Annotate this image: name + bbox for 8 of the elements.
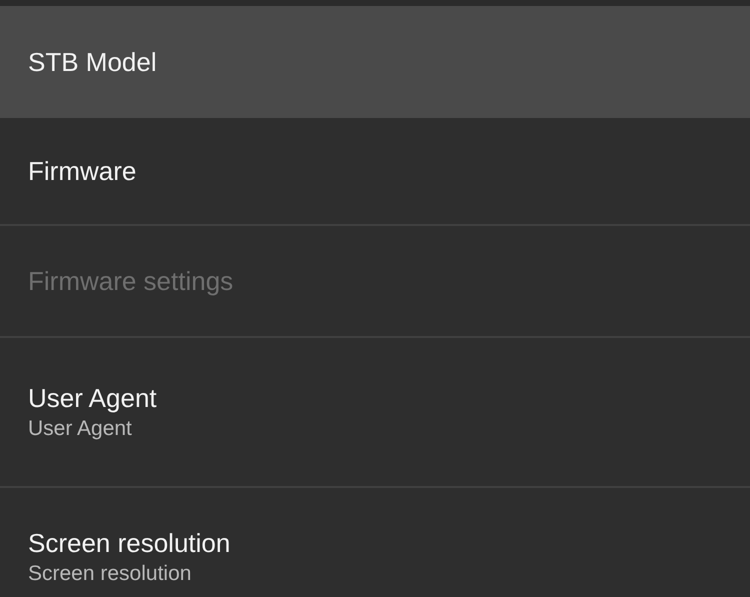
item-title: Firmware settings (28, 265, 234, 298)
settings-item[interactable]: STB Model (0, 6, 750, 118)
item-subtitle: Screen resolution (28, 561, 192, 587)
item-title: Screen resolution (28, 527, 230, 560)
item-title: STB Model (28, 46, 157, 79)
item-title: Firmware (28, 155, 136, 188)
item-title: User Agent (28, 382, 157, 415)
item-subtitle: User Agent (28, 416, 132, 442)
